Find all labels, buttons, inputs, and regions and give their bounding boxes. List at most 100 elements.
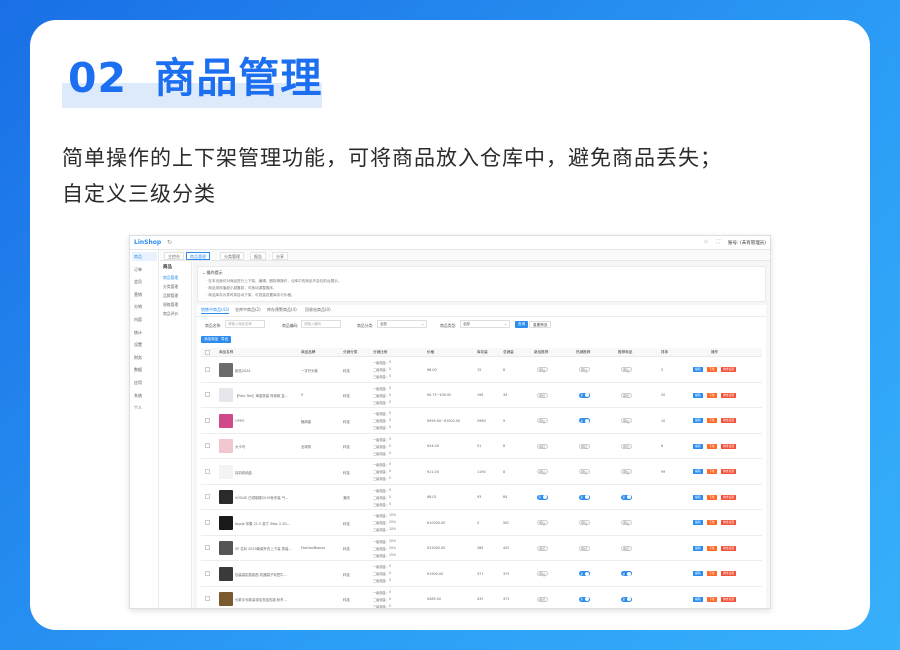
subnav-item-3[interactable]: 规格管理 <box>163 302 178 308</box>
row-checkbox[interactable] <box>205 596 210 602</box>
nav-item-11[interactable]: 系统 <box>132 391 157 400</box>
subnav-item-2[interactable]: 品牌管理 <box>163 293 178 299</box>
edit-button[interactable]: 编辑 <box>693 469 703 475</box>
offshelf-button[interactable]: 下架 <box>707 571 717 577</box>
product-name[interactable]: 长款中长款高领毛衣连衣裙 秋冬... <box>235 597 297 602</box>
subnav-item-0[interactable]: 商品管理 <box>163 275 178 281</box>
product-name[interactable]: Apple 苹果 21.5 英寸 iMac 2.3G... <box>235 521 297 526</box>
toggle-switch[interactable]: 是 <box>579 494 590 500</box>
commission-settings-button[interactable]: 佣金设置 <box>721 545 737 551</box>
edit-button[interactable]: 编辑 <box>693 571 703 577</box>
tab-4[interactable]: 分享 <box>272 252 288 260</box>
toggle-switch[interactable]: 否 <box>537 571 548 577</box>
tab-2[interactable]: 分类管理 <box>220 252 244 260</box>
product-name[interactable]: 新品2024 <box>235 368 297 373</box>
toggle-switch[interactable]: 否 <box>537 596 548 602</box>
commission-settings-button[interactable]: 佣金设置 <box>721 469 737 475</box>
toggle-switch[interactable]: 否 <box>537 392 548 398</box>
toggle-switch[interactable]: 否 <box>537 520 548 526</box>
nav-item-7[interactable]: 设置 <box>132 340 157 349</box>
category-select[interactable]: 全部 ⌄ <box>377 320 427 328</box>
edit-button[interactable]: 编辑 <box>693 520 703 526</box>
toggle-switch[interactable]: 否 <box>579 520 590 526</box>
product-name[interactable]: 耳机收纳盒 <box>235 470 297 475</box>
toggle-switch[interactable]: 否 <box>621 367 632 373</box>
row-checkbox[interactable] <box>205 417 210 423</box>
product-name[interactable]: OPPO <box>235 419 297 423</box>
offshelf-button[interactable]: 下架 <box>707 596 717 602</box>
row-checkbox[interactable] <box>205 392 210 398</box>
commission-settings-button[interactable]: 佣金设置 <box>721 571 737 577</box>
toggle-switch[interactable]: 否 <box>579 443 590 449</box>
nav-item-2[interactable]: 会员 <box>132 277 157 286</box>
toggle-switch[interactable]: 否 <box>537 367 548 373</box>
offshelf-button[interactable]: 下架 <box>707 418 717 424</box>
toggle-switch[interactable]: 是 <box>579 571 590 577</box>
product-name[interactable]: VOGUE 白领制服2019秋冬装 气... <box>235 495 297 500</box>
nav-item-12[interactable]: 个人 <box>132 403 157 412</box>
product-name[interactable]: 包装袋铝箔制品 机器袋子标签牛... <box>235 572 297 577</box>
edit-button[interactable]: 编辑 <box>693 545 703 551</box>
edit-button[interactable]: 编辑 <box>693 494 703 500</box>
toggle-switch[interactable]: 是 <box>579 596 590 602</box>
nav-item-0[interactable]: 商品 <box>132 252 157 261</box>
toggle-switch[interactable]: 是 <box>537 494 548 500</box>
nav-item-6[interactable]: 统计 <box>132 328 157 337</box>
commission-settings-button[interactable]: 佣金设置 <box>721 443 737 449</box>
row-checkbox[interactable] <box>205 468 210 474</box>
type-select[interactable]: 全部 ⌄ <box>460 320 510 328</box>
reset-button[interactable]: 重置筛选 <box>529 321 552 328</box>
edit-button[interactable]: 编辑 <box>693 392 703 398</box>
toggle-switch[interactable]: 否 <box>579 545 590 551</box>
offshelf-button[interactable]: 下架 <box>707 469 717 475</box>
row-checkbox[interactable] <box>205 494 210 500</box>
product-name[interactable]: 大卡鸟 <box>235 444 297 449</box>
product-name[interactable]: 【Polo Tee】海藻放量 商家款 复... <box>235 393 297 398</box>
panel-tab-3[interactable]: 回收站商品(0) <box>305 307 331 313</box>
nav-item-10[interactable]: 应用 <box>132 378 157 387</box>
toggle-switch[interactable]: 否 <box>621 443 632 449</box>
offshelf-button[interactable]: 下架 <box>707 392 717 398</box>
toggle-switch[interactable]: 否 <box>579 469 590 475</box>
tag-icon[interactable]: ◇ <box>704 239 708 245</box>
offshelf-button[interactable]: 下架 <box>707 520 717 526</box>
export-button[interactable]: 导出 <box>218 336 232 343</box>
nav-item-3[interactable]: 营销 <box>132 290 157 299</box>
name-input[interactable]: 请输入商品名称 <box>225 320 265 328</box>
toggle-switch[interactable]: 否 <box>537 418 548 424</box>
commission-settings-button[interactable]: 佣金设置 <box>721 418 737 424</box>
code-input[interactable]: 请输入编码 <box>301 320 341 328</box>
nav-item-4[interactable]: 分销 <box>132 302 157 311</box>
panel-tab-2[interactable]: 库存预警商品(4) <box>267 307 297 313</box>
subnav-item-4[interactable]: 商品评价 <box>163 311 178 317</box>
toggle-switch[interactable]: 是 <box>621 571 632 577</box>
edit-button[interactable]: 编辑 <box>693 367 703 373</box>
subnav-item-1[interactable]: 分类管理 <box>163 284 178 290</box>
toggle-switch[interactable]: 否 <box>537 545 548 551</box>
edit-button[interactable]: 编辑 <box>693 596 703 602</box>
toggle-switch[interactable]: 是 <box>621 596 632 602</box>
search-button[interactable]: 查询 <box>515 321 529 328</box>
select-all-checkbox[interactable] <box>205 350 210 355</box>
panel-tab-1[interactable]: 仓库中商品(2) <box>235 307 261 313</box>
row-checkbox[interactable] <box>205 545 210 551</box>
toggle-switch[interactable]: 是 <box>621 494 632 500</box>
nav-item-9[interactable]: 数据 <box>132 365 157 374</box>
nav-item-5[interactable]: 内容 <box>132 315 157 324</box>
nav-item-8[interactable]: 财务 <box>132 353 157 362</box>
toggle-switch[interactable]: 否 <box>579 367 590 373</box>
offshelf-button[interactable]: 下架 <box>707 494 717 500</box>
offshelf-button[interactable]: 下架 <box>707 367 717 373</box>
tab-3[interactable]: 报告 <box>250 252 266 260</box>
toggle-switch[interactable]: 否 <box>621 520 632 526</box>
fullscreen-icon[interactable]: ⛶ <box>716 239 720 245</box>
commission-settings-button[interactable]: 佣金设置 <box>721 596 737 602</box>
tab-1[interactable]: 商品管理 <box>186 252 210 260</box>
panel-tab-0[interactable]: 销售中商品(43) <box>201 307 230 314</box>
offshelf-button[interactable]: 下架 <box>707 545 717 551</box>
nav-item-1[interactable]: 订单 <box>132 265 157 274</box>
user-account[interactable]: 账号: (未有管理员) <box>728 240 766 246</box>
commission-settings-button[interactable]: 佣金设置 <box>721 392 737 398</box>
commission-settings-button[interactable]: 佣金设置 <box>721 520 737 526</box>
commission-settings-button[interactable]: 佣金设置 <box>721 494 737 500</box>
